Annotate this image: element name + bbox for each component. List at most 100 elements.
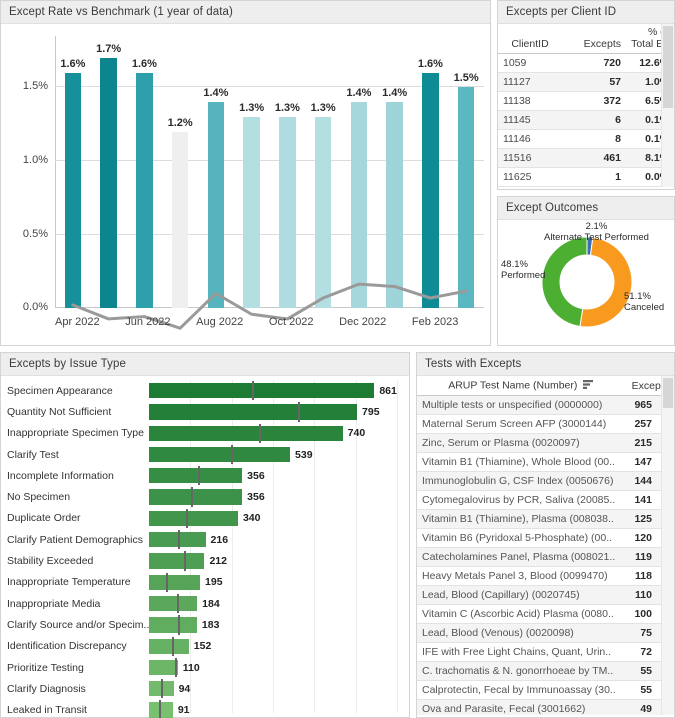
table-row[interactable]: C. trachomatis & N. gonorrhoeae by TM.. 5… xyxy=(417,661,674,681)
client-excepts-cell: 461 xyxy=(562,148,626,169)
x-axis-tick xyxy=(458,316,484,332)
x-axis-tick: Oct 2022 xyxy=(268,316,314,328)
issue-bar[interactable] xyxy=(149,617,197,633)
issue-value-label: 152 xyxy=(193,640,212,653)
test-name-cell: Lead, Blood (Venous) (0020098) xyxy=(422,627,574,639)
test-name-cell: Calprotectin, Fecal by Immunoassay (30.. xyxy=(422,684,616,696)
test-name-td: Catecholamines Panel, Plasma (008021.. xyxy=(417,547,626,567)
issue-reference-marker xyxy=(184,551,187,571)
issue-row[interactable]: No Specimen 356 xyxy=(1,486,409,507)
issue-row[interactable]: Incomplete Information 356 xyxy=(1,465,409,486)
panel-title-client: Excepts per Client ID xyxy=(498,1,674,24)
test-name-td: IFE with Free Light Chains, Quant, Urin.… xyxy=(417,642,626,662)
table-row[interactable]: Vitamin B6 (Pyridoxal 5-Phosphate) (00..… xyxy=(417,528,674,548)
table-row[interactable]: Vitamin B1 (Thiamine), Plasma (008038.. 1… xyxy=(417,509,674,529)
table-row[interactable]: Catecholamines Panel, Plasma (008021.. 11… xyxy=(417,547,674,567)
tests-col-name[interactable]: ARUP Test Name (Number) xyxy=(417,376,626,396)
table-row[interactable]: Multiple tests or unspecified (0000000) 9… xyxy=(417,395,674,415)
issue-bar[interactable] xyxy=(149,489,243,505)
table-row[interactable]: 11145 6 0.1% xyxy=(498,110,674,131)
issue-row[interactable]: Clarify Test 539 xyxy=(1,444,409,465)
x-axis-tick: Dec 2022 xyxy=(339,316,387,328)
client-col-id[interactable]: ClientID xyxy=(498,24,562,55)
issue-track: 539 xyxy=(149,444,409,465)
issue-bar[interactable] xyxy=(149,595,198,612)
issue-bar[interactable] xyxy=(149,446,291,463)
client-col-excepts[interactable]: Excepts xyxy=(562,24,626,55)
table-row[interactable]: Cytomegalovirus by PCR, Saliva (20085.. 1… xyxy=(417,490,674,510)
issue-bar[interactable] xyxy=(149,425,343,441)
donut-label-performed: 48.1% Performed xyxy=(501,259,545,282)
issue-value-label: 183 xyxy=(201,618,220,631)
issue-row[interactable]: Stability Exceeded 212 xyxy=(1,550,409,571)
table-row[interactable]: Heavy Metals Panel 3, Blood (0099470) 118 xyxy=(417,566,674,586)
issue-row[interactable]: Specimen Appearance 861 xyxy=(1,380,409,401)
test-name-cell: Vitamin B1 (Thiamine), Whole Blood (00.. xyxy=(422,456,615,468)
tests-scrollbar-thumb[interactable] xyxy=(663,378,673,408)
table-row[interactable]: 11138 372 6.5% xyxy=(498,91,674,112)
issue-row[interactable]: Identification Discrepancy 152 xyxy=(1,636,409,657)
table-row[interactable]: Ova and Parasite, Fecal (3001662) 49 xyxy=(417,699,674,715)
x-axis-tick xyxy=(171,316,197,332)
issue-bar[interactable] xyxy=(149,383,375,399)
issue-track: 94 xyxy=(149,678,409,699)
issue-row[interactable]: Clarify Patient Demographics 216 xyxy=(1,529,409,550)
issue-row[interactable]: Inappropriate Media 184 xyxy=(1,593,409,614)
y-axis-tick: 1.0% xyxy=(22,153,48,166)
client-scrollbar-thumb[interactable] xyxy=(663,26,673,108)
issue-reference-marker xyxy=(186,508,189,529)
client-excepts-cell: 720 xyxy=(562,53,626,74)
test-name-td: Cytomegalovirus by PCR, Saliva (20085.. xyxy=(417,490,626,510)
issue-row[interactable]: Prioritize Testing 110 xyxy=(1,657,409,678)
issue-bar[interactable] xyxy=(149,404,358,420)
table-row[interactable]: Lead, Blood (Venous) (0020098) 75 xyxy=(417,623,674,643)
client-id-cell: 11127 xyxy=(498,72,562,93)
client-table-scrollbar[interactable] xyxy=(661,24,674,187)
issue-row[interactable]: Quantity Not Sufficient 795 xyxy=(1,401,409,422)
table-row[interactable]: 1059 720 12.6% xyxy=(498,53,674,74)
tests-table-scrollbar[interactable] xyxy=(661,376,674,715)
issue-bar[interactable] xyxy=(149,510,238,527)
client-excepts-cell: 57 xyxy=(562,72,626,93)
issue-value-label: 340 xyxy=(242,512,261,525)
x-axis-tick: Feb 2023 xyxy=(411,316,459,328)
table-row[interactable]: 11625 1 0.0% xyxy=(498,167,674,187)
table-row[interactable]: 11516 461 8.1% xyxy=(498,148,674,169)
table-row[interactable]: 11127 57 1.0% xyxy=(498,72,674,93)
table-row[interactable]: Zinc, Serum or Plasma (0020097) 215 xyxy=(417,433,674,453)
issue-row[interactable]: Clarify Diagnosis 94 xyxy=(1,678,409,699)
client-id-cell: 1059 xyxy=(498,53,562,74)
issue-row[interactable]: Duplicate Order 340 xyxy=(1,508,409,529)
issue-value-label: 94 xyxy=(178,682,191,695)
issue-bar[interactable] xyxy=(149,468,243,484)
issue-bar[interactable] xyxy=(149,638,189,654)
issue-row[interactable]: Inappropriate Specimen Type 740 xyxy=(1,423,409,444)
issue-track: 340 xyxy=(149,508,409,529)
table-row[interactable]: 11146 8 0.1% xyxy=(498,129,674,150)
issue-label: No Specimen xyxy=(7,491,71,504)
donut-segment[interactable] xyxy=(541,236,588,328)
y-axis-tick: 1.5% xyxy=(22,80,48,93)
table-row[interactable]: Maternal Serum Screen AFP (3000144) 257 xyxy=(417,414,674,434)
panel-excepts-by-issue: Excepts by Issue Type Specimen Appearanc… xyxy=(0,352,410,718)
issue-track: 356 xyxy=(149,486,409,507)
client-excepts-cell: 372 xyxy=(562,91,626,112)
issue-bar[interactable] xyxy=(149,553,205,569)
issue-row[interactable]: Leaked in Transit 91 xyxy=(1,699,409,718)
issue-bar[interactable] xyxy=(149,659,178,676)
sort-descending-icon[interactable] xyxy=(582,379,594,392)
table-row[interactable]: Vitamin C (Ascorbic Acid) Plasma (0080..… xyxy=(417,604,674,624)
issue-track: 861 xyxy=(149,380,409,401)
table-row[interactable]: Lead, Blood (Capillary) (0020745) 110 xyxy=(417,585,674,605)
table-row[interactable]: Vitamin B1 (Thiamine), Whole Blood (00..… xyxy=(417,452,674,472)
table-row[interactable]: IFE with Free Light Chains, Quant, Urin.… xyxy=(417,642,674,662)
table-row[interactable]: Calprotectin, Fecal by Immunoassay (30..… xyxy=(417,680,674,700)
issue-row[interactable]: Clarify Source and/or Specim.. 183 xyxy=(1,614,409,635)
table-row[interactable]: Immunoglobulin G, CSF Index (0050676) 144 xyxy=(417,471,674,491)
issue-value-label: 110 xyxy=(182,661,200,674)
x-axis-tick xyxy=(243,316,269,332)
issue-bar[interactable] xyxy=(149,574,201,590)
issue-reference-marker xyxy=(191,487,194,507)
issue-value-label: 539 xyxy=(295,448,313,461)
issue-row[interactable]: Inappropriate Temperature 195 xyxy=(1,572,409,593)
